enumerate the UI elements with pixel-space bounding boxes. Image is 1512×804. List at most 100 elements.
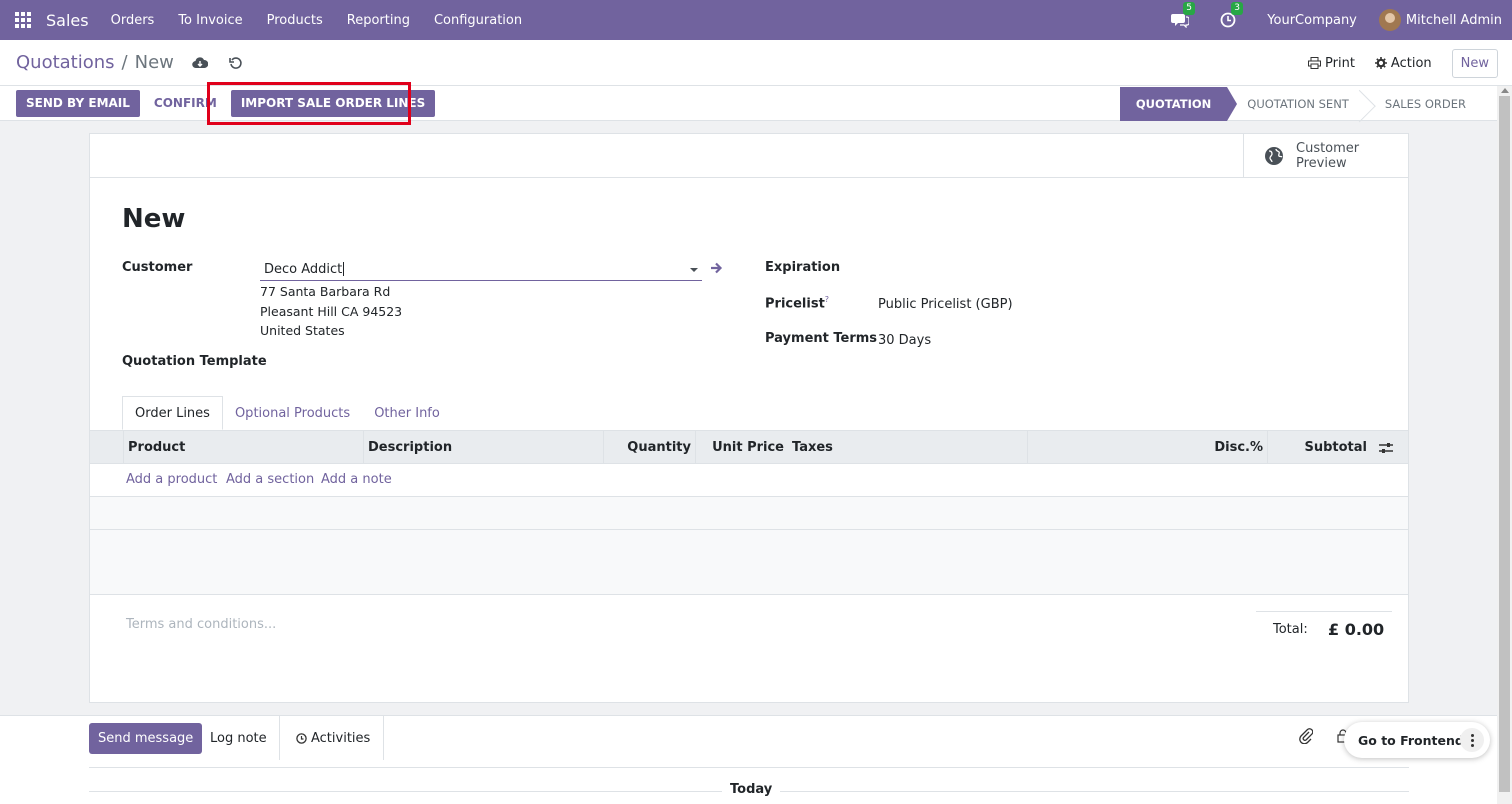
add-product-link[interactable]: Add a product bbox=[126, 472, 217, 487]
empty-row bbox=[90, 530, 1408, 563]
messages-badge: 5 bbox=[1183, 2, 1196, 15]
activities-button[interactable]: Activities bbox=[279, 716, 384, 760]
expiration-label: Expiration bbox=[765, 260, 841, 275]
quotation-template-label: Quotation Template bbox=[122, 354, 267, 369]
action-button[interactable]: Action bbox=[1374, 55, 1432, 71]
print-button[interactable]: Print bbox=[1308, 56, 1355, 71]
user-avatar bbox=[1378, 9, 1401, 31]
chevron-down-icon[interactable] bbox=[690, 268, 698, 272]
order-title: New bbox=[122, 204, 186, 234]
save-cloud-icon[interactable] bbox=[190, 53, 210, 73]
breadcrumb-separator: / bbox=[121, 52, 128, 73]
globe-icon bbox=[1265, 147, 1283, 165]
menu-products[interactable]: Products bbox=[267, 13, 323, 28]
payment-terms-value[interactable]: 30 Days bbox=[878, 333, 931, 348]
tab-optional-products[interactable]: Optional Products bbox=[223, 396, 362, 430]
pricelist-label: Pricelist? bbox=[765, 295, 829, 311]
activities-label: Activities bbox=[311, 730, 371, 746]
menu-orders[interactable]: Orders bbox=[111, 13, 155, 28]
clock-icon bbox=[296, 732, 307, 744]
tab-other-info[interactable]: Other Info bbox=[362, 396, 452, 430]
log-note-button[interactable]: Log note bbox=[194, 716, 279, 760]
text-cursor bbox=[343, 262, 345, 276]
company-switcher[interactable]: YourCompany bbox=[1267, 13, 1357, 28]
activities-clock-icon[interactable]: 3 bbox=[1219, 2, 1244, 29]
breadcrumb-current: New bbox=[134, 52, 174, 73]
col-product[interactable]: Product bbox=[123, 431, 363, 464]
payment-terms-label: Payment Terms bbox=[765, 331, 878, 346]
apps-menu-icon[interactable] bbox=[0, 0, 46, 40]
menu-to-invoice[interactable]: To Invoice bbox=[178, 13, 242, 28]
scroll-thumb[interactable] bbox=[1499, 96, 1510, 792]
control-panel: Quotations / New Print Action New bbox=[0, 40, 1512, 86]
messages-icon[interactable]: 5 bbox=[1171, 2, 1196, 29]
empty-row bbox=[90, 562, 1408, 595]
chatter-topbar: Send message Log note Activities 0 bbox=[89, 716, 1409, 768]
action-label: Action bbox=[1390, 55, 1432, 71]
scroll-up-arrow-icon[interactable] bbox=[1501, 88, 1509, 93]
user-name: Mitchell Admin bbox=[1405, 12, 1502, 28]
tab-order-lines[interactable]: Order Lines bbox=[122, 396, 223, 430]
col-discount[interactable]: Disc.% bbox=[1027, 431, 1267, 464]
pricelist-label-text: Pricelist bbox=[765, 296, 825, 312]
col-subtotal[interactable]: Subtotal bbox=[1267, 431, 1371, 464]
print-icon bbox=[1308, 57, 1322, 69]
add-section-link[interactable]: Add a section bbox=[226, 472, 314, 487]
activities-badge: 3 bbox=[1231, 2, 1244, 15]
smart-button-box: Customer Preview bbox=[90, 134, 1408, 178]
menu-configuration[interactable]: Configuration bbox=[434, 13, 522, 28]
stage-quotation-sent[interactable]: QUOTATION SENT bbox=[1227, 87, 1365, 121]
app-name[interactable]: Sales bbox=[46, 11, 89, 30]
address-line-3: United States bbox=[260, 323, 345, 338]
customer-field[interactable]: Deco Addict bbox=[260, 258, 702, 281]
col-taxes[interactable]: Taxes bbox=[788, 431, 1028, 464]
address-line-2: Pleasant Hill CA 94523 bbox=[260, 304, 403, 319]
chatter: Send message Log note Activities 0 Today bbox=[0, 715, 1497, 804]
import-sale-order-lines-button[interactable]: IMPORT SALE ORDER LINES bbox=[230, 89, 436, 117]
status-bar: SEND BY EMAIL CONFIRM IMPORT SALE ORDER … bbox=[0, 86, 1497, 121]
preview-label-line2: Preview bbox=[1296, 156, 1347, 171]
stage-quotation[interactable]: QUOTATION bbox=[1119, 86, 1238, 121]
terms-conditions-field[interactable]: Terms and conditions... bbox=[126, 617, 276, 632]
stage-pipeline: QUOTATION QUOTATION SENT SALES ORDER bbox=[1119, 86, 1482, 121]
notebook-tabs: Order Lines Optional Products Other Info bbox=[122, 396, 452, 430]
send-by-email-button[interactable]: SEND BY EMAIL bbox=[16, 89, 140, 117]
today-separator: Today bbox=[722, 782, 781, 797]
top-navbar: Sales Orders To Invoice Products Reporti… bbox=[0, 0, 1512, 40]
customer-label: Customer bbox=[122, 260, 193, 275]
address-line-1: 77 Santa Barbara Rd bbox=[260, 284, 391, 299]
optional-columns-icon[interactable] bbox=[1371, 431, 1401, 464]
col-unit-price[interactable]: Unit Price bbox=[695, 431, 788, 464]
total-separator bbox=[1256, 611, 1392, 612]
col-quantity[interactable]: Quantity bbox=[603, 431, 695, 464]
paperclip-icon[interactable] bbox=[1299, 728, 1313, 744]
print-label: Print bbox=[1325, 55, 1355, 71]
new-button[interactable]: New bbox=[1451, 48, 1498, 78]
pricelist-value[interactable]: Public Pricelist (GBP) bbox=[878, 297, 1013, 312]
send-message-button[interactable]: Send message bbox=[89, 723, 203, 754]
total-label: Total: bbox=[1273, 622, 1308, 637]
form-sheet: Customer Preview New Customer Deco Addic… bbox=[89, 133, 1409, 703]
go-to-frontend-label[interactable]: Go to Frontend bbox=[1358, 733, 1464, 748]
menu-reporting[interactable]: Reporting bbox=[347, 13, 410, 28]
user-menu[interactable]: Mitchell Admin bbox=[1378, 9, 1502, 31]
kebab-menu-icon[interactable] bbox=[1460, 728, 1484, 752]
customer-value: Deco Addict bbox=[264, 261, 343, 277]
add-note-link[interactable]: Add a note bbox=[321, 472, 392, 487]
discard-undo-icon[interactable] bbox=[226, 53, 246, 73]
customer-preview-button[interactable]: Customer Preview bbox=[1243, 134, 1408, 178]
col-description[interactable]: Description bbox=[363, 431, 603, 464]
order-lines-header: Product Description Quantity Unit Price … bbox=[90, 430, 1408, 464]
page-scrollbar[interactable] bbox=[1497, 86, 1512, 804]
go-to-frontend-widget[interactable]: Go to Frontend bbox=[1344, 722, 1490, 758]
breadcrumb: Quotations / New bbox=[16, 52, 174, 73]
gear-icon bbox=[1374, 57, 1387, 69]
stage-sales-order[interactable]: SALES ORDER bbox=[1365, 87, 1482, 121]
pricelist-help-icon[interactable]: ? bbox=[825, 295, 829, 304]
empty-row bbox=[90, 497, 1408, 530]
breadcrumb-quotations[interactable]: Quotations bbox=[16, 52, 115, 73]
confirm-button[interactable]: CONFIRM bbox=[144, 90, 227, 117]
preview-label-line1: Customer bbox=[1296, 141, 1360, 156]
internal-link-arrow-icon[interactable] bbox=[710, 262, 723, 278]
total-amount: £ 0.00 bbox=[1328, 620, 1385, 639]
